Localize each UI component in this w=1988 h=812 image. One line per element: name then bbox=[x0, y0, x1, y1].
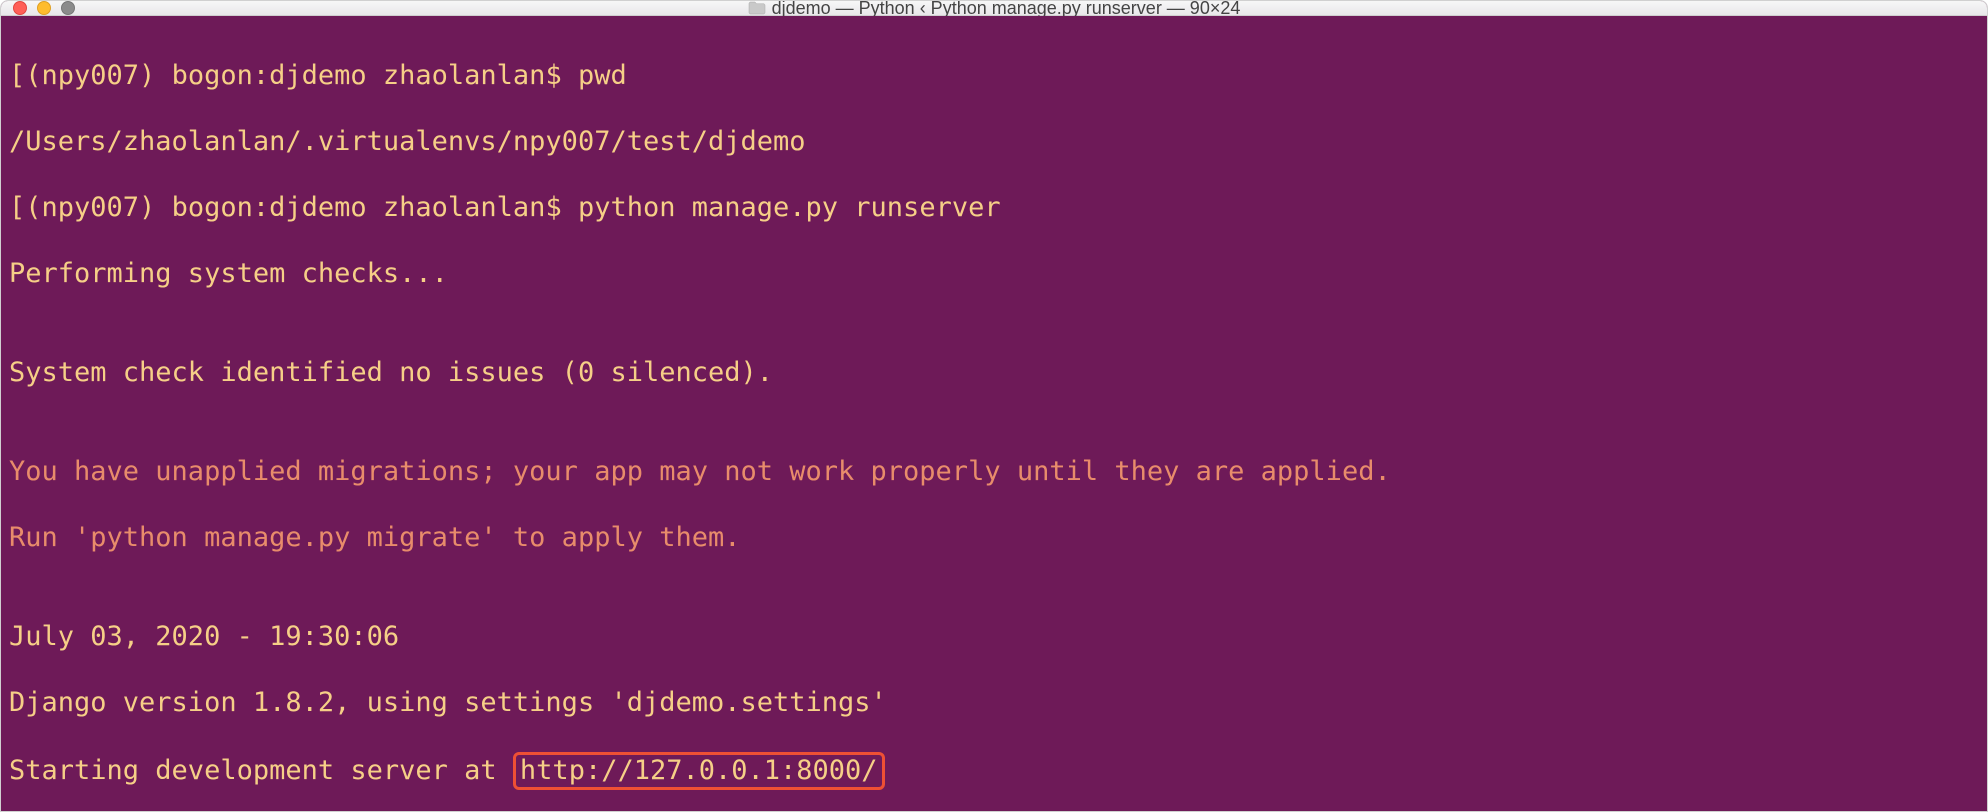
terminal-line: Starting development server at http://12… bbox=[9, 752, 1979, 790]
terminal-line: System check identified no issues (0 sil… bbox=[9, 356, 1979, 389]
command-text: python manage.py runserver bbox=[578, 192, 1001, 223]
terminal-line: Django version 1.8.2, using settings 'dj… bbox=[9, 686, 1979, 719]
terminal-line: [(npy007) bogon:djdemo zhaolanlan$ pwd bbox=[9, 59, 1979, 92]
prompt: (npy007) bogon:djdemo zhaolanlan$ bbox=[25, 60, 578, 91]
terminal-warning: You have unapplied migrations; your app … bbox=[9, 455, 1979, 488]
server-prefix: Starting development server at bbox=[9, 755, 513, 786]
titlebar[interactable]: djdemo — Python ‹ Python manage.py runse… bbox=[1, 1, 1987, 16]
terminal-line: /Users/zhaolanlan/.virtualenvs/npy007/te… bbox=[9, 125, 1979, 158]
server-url-highlight: http://127.0.0.1:8000/ bbox=[513, 752, 885, 790]
folder-icon bbox=[748, 1, 766, 15]
prompt-bracket: [ bbox=[9, 60, 25, 91]
terminal-line: [(npy007) bogon:djdemo zhaolanlan$ pytho… bbox=[9, 191, 1979, 224]
terminal-warning: Run 'python manage.py migrate' to apply … bbox=[9, 521, 1979, 554]
minimize-icon[interactable] bbox=[37, 1, 51, 15]
terminal-line: Performing system checks... bbox=[9, 257, 1979, 290]
prompt: (npy007) bogon:djdemo zhaolanlan$ bbox=[25, 192, 578, 223]
command-text: pwd bbox=[578, 60, 627, 91]
window-controls bbox=[13, 1, 75, 15]
close-icon[interactable] bbox=[13, 1, 27, 15]
terminal-window: djdemo — Python ‹ Python manage.py runse… bbox=[0, 0, 1988, 812]
maximize-icon[interactable] bbox=[61, 1, 75, 15]
terminal-body[interactable]: [(npy007) bogon:djdemo zhaolanlan$ pwd /… bbox=[1, 16, 1987, 812]
terminal-line: July 03, 2020 - 19:30:06 bbox=[9, 620, 1979, 653]
prompt-bracket: [ bbox=[9, 192, 25, 223]
